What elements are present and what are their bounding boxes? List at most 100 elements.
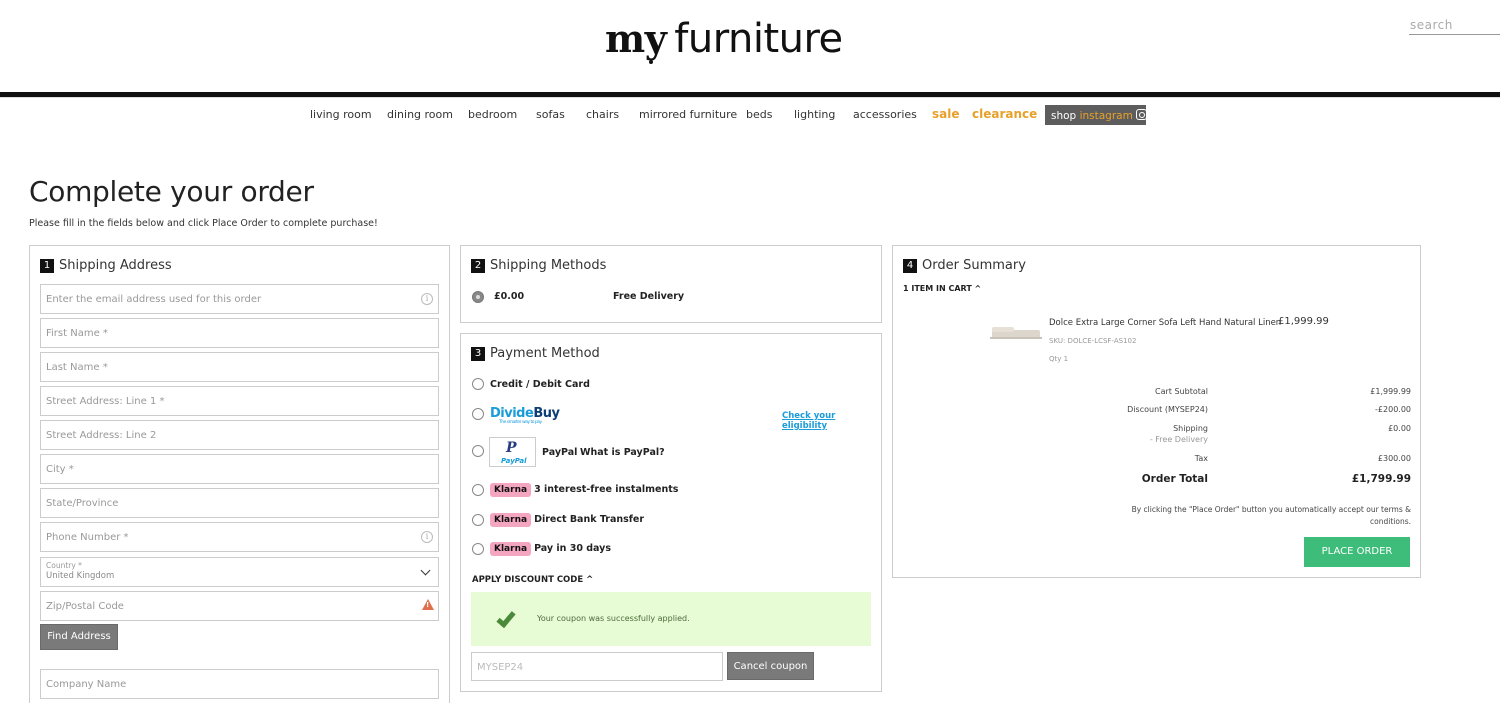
shipping-label: Shipping bbox=[1173, 424, 1208, 433]
email-placeholder: Enter the email address used for this or… bbox=[46, 294, 262, 305]
klarna-option-text: 3 interest-free instalments bbox=[534, 484, 679, 495]
heading-text: Shipping Methods bbox=[490, 258, 607, 273]
heading-text: Shipping Address bbox=[59, 258, 172, 273]
klarna-option-text: Pay in 30 days bbox=[534, 543, 612, 554]
info-icon[interactable]: i bbox=[421, 531, 433, 543]
shipping-radio-free[interactable] bbox=[472, 291, 484, 303]
tax-value: £300.00 bbox=[1377, 454, 1411, 463]
order-summary-panel: 4 Order Summary 1 ITEM IN CART ^ Dolce Ex… bbox=[892, 245, 1421, 578]
payment-method-heading: 3 Payment Method bbox=[471, 346, 600, 361]
shipping-address-panel: 1 Shipping Address Enter the email addres… bbox=[29, 245, 450, 703]
phone-placeholder: Phone Number * bbox=[46, 532, 129, 543]
first-name-field[interactable]: First Name * bbox=[40, 318, 439, 348]
nav-living-room[interactable]: living room bbox=[310, 108, 372, 121]
checkmark-icon bbox=[496, 607, 516, 629]
terms-notice: By clicking the "Place Order" button you… bbox=[1131, 505, 1411, 526]
shipping-sublabel: - Free Delivery bbox=[1149, 435, 1208, 444]
state-field[interactable]: State/Province bbox=[40, 488, 439, 518]
step-number: 3 bbox=[471, 347, 485, 361]
payment-radio-klarna-bank[interactable] bbox=[472, 514, 484, 526]
find-address-button[interactable]: Find Address bbox=[40, 624, 118, 650]
company-field[interactable]: Company Name bbox=[40, 669, 439, 699]
payment-card-label: Credit / Debit Card bbox=[490, 379, 590, 390]
cancel-coupon-button[interactable]: Cancel coupon bbox=[727, 652, 814, 680]
paypal-logo-text: PayPal bbox=[501, 457, 527, 465]
nav-sale[interactable]: sale bbox=[932, 107, 960, 121]
paypal-label: PayPal bbox=[542, 447, 578, 458]
coupon-code-input[interactable]: MYSEP24 bbox=[471, 652, 723, 681]
nav-dining-room[interactable]: dining room bbox=[387, 108, 453, 121]
site-header: my furniture search bbox=[0, 0, 1500, 92]
apply-discount-toggle[interactable]: APPLY DISCOUNT CODE ^ bbox=[472, 575, 593, 585]
dividebuy-buy: Buy bbox=[533, 406, 560, 421]
logo-furniture-text: furniture bbox=[674, 16, 843, 62]
product-qty: Qty 1 bbox=[1049, 355, 1069, 363]
klarna-logo: Klarna bbox=[490, 513, 532, 527]
payment-radio-card[interactable] bbox=[472, 378, 484, 390]
street-line2-field[interactable]: Street Address: Line 2 bbox=[40, 420, 439, 450]
zip-placeholder: Zip/Postal Code bbox=[46, 601, 124, 612]
nav-chairs[interactable]: chairs bbox=[586, 108, 619, 121]
payment-radio-klarna-instalments[interactable] bbox=[472, 484, 484, 496]
dividebuy-divide: Divide bbox=[490, 406, 534, 421]
product-sku: SKU: DOLCE-LCSF-AS102 bbox=[1049, 337, 1137, 345]
info-icon[interactable]: i bbox=[421, 293, 433, 305]
nav-sofas[interactable]: sofas bbox=[536, 108, 565, 121]
nav-accessories[interactable]: accessories bbox=[853, 108, 917, 121]
shipping-price: £0.00 bbox=[494, 291, 525, 302]
payment-radio-paypal[interactable] bbox=[472, 445, 484, 457]
payment-radio-dividebuy[interactable] bbox=[472, 408, 484, 420]
heading-text: Payment Method bbox=[490, 346, 600, 361]
main-nav: living room dining room bedroom sofas ch… bbox=[0, 105, 1500, 125]
nav-bedroom[interactable]: bedroom bbox=[468, 108, 517, 121]
insta-word: instagram bbox=[1079, 110, 1133, 122]
product-name: Dolce Extra Large Corner Sofa Left Hand … bbox=[1049, 318, 1282, 328]
page-subtitle: Please fill in the fields below and clic… bbox=[29, 218, 378, 229]
nav-mirrored-furniture[interactable]: mirrored furniture bbox=[639, 108, 737, 121]
order-total-label: Order Total bbox=[1141, 473, 1208, 485]
country-select[interactable]: Country * United Kingdom bbox=[40, 557, 439, 587]
shop-instagram-button[interactable]: shop instagram bbox=[1045, 105, 1147, 125]
klarna-option-text: Direct Bank Transfer bbox=[534, 514, 645, 525]
klarna-logo: Klarna bbox=[490, 483, 532, 497]
klarna-logo: Klarna bbox=[490, 542, 532, 556]
instagram-icon bbox=[1135, 109, 1147, 120]
zip-field[interactable]: Zip/Postal Code bbox=[40, 591, 439, 621]
product-thumbnail bbox=[990, 326, 1042, 342]
check-eligibility-link[interactable]: Check your eligibility bbox=[782, 411, 881, 431]
email-field[interactable]: Enter the email address used for this or… bbox=[40, 284, 439, 314]
paypal-p-mark: P bbox=[506, 440, 517, 456]
insta-prefix: shop bbox=[1051, 110, 1077, 122]
order-total-value: £1,799.99 bbox=[1351, 473, 1411, 485]
dividebuy-logo: DivideBuy The smarter way to pay bbox=[490, 406, 560, 425]
phone-field[interactable]: Phone Number * i bbox=[40, 522, 439, 552]
country-label: Country * bbox=[46, 561, 82, 570]
coupon-code-value: MYSEP24 bbox=[477, 662, 524, 673]
country-value: United Kingdom bbox=[46, 571, 115, 581]
city-field[interactable]: City * bbox=[40, 454, 439, 484]
klarna-instalments-label: Klarna 3 interest-free instalments bbox=[490, 483, 678, 497]
shipping-methods-heading: 2 Shipping Methods bbox=[471, 258, 606, 273]
search-input[interactable]: search bbox=[1409, 18, 1500, 35]
payment-radio-klarna-30days[interactable] bbox=[472, 543, 484, 555]
cart-subtotal-value: £1,999.99 bbox=[1370, 387, 1411, 396]
logo-my-text: my bbox=[605, 16, 667, 61]
shipping-methods-panel: 2 Shipping Methods £0.00 Free Delivery bbox=[460, 245, 882, 323]
nav-beds[interactable]: beds bbox=[746, 108, 772, 121]
street-line1-field[interactable]: Street Address: Line 1 * bbox=[40, 386, 439, 416]
shipping-value: £0.00 bbox=[1388, 424, 1411, 433]
product-price: £1,999.99 bbox=[1278, 316, 1329, 327]
place-order-button[interactable]: PLACE ORDER bbox=[1304, 537, 1410, 567]
what-is-paypal-link[interactable]: What is PayPal? bbox=[580, 447, 665, 458]
klarna-30days-label: Klarna Pay in 30 days bbox=[490, 542, 611, 556]
cart-items-toggle[interactable]: 1 ITEM IN CART ^ bbox=[903, 284, 981, 293]
nav-clearance[interactable]: clearance bbox=[972, 107, 1037, 121]
step-number: 4 bbox=[903, 259, 917, 273]
step-number: 2 bbox=[471, 259, 485, 273]
nav-lighting[interactable]: lighting bbox=[794, 108, 835, 121]
last-name-field[interactable]: Last Name * bbox=[40, 352, 439, 382]
heading-text: Order Summary bbox=[922, 258, 1026, 273]
step-number: 1 bbox=[40, 259, 54, 273]
site-logo[interactable]: my furniture bbox=[605, 16, 843, 64]
cart-subtotal-label: Cart Subtotal bbox=[1155, 387, 1208, 396]
